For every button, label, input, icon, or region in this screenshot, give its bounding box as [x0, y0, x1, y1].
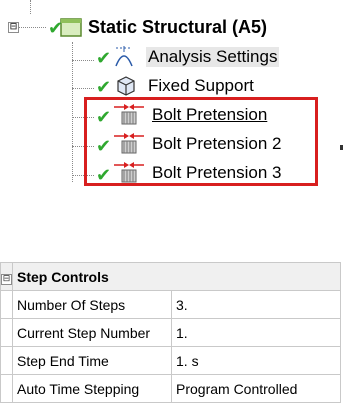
property-name: Auto Time Stepping: [12, 374, 172, 403]
check-icon: ✔: [96, 77, 112, 98]
table-row[interactable]: Step End Time 1. s: [0, 346, 341, 375]
details-panel: ⊟ Step Controls Number Of Steps 3. Curre…: [0, 262, 347, 403]
tree-connector: [72, 60, 94, 61]
outline-tree: ⊟ ✔ Static Structural (A5) ✔ Analysis Se…: [0, 0, 347, 192]
group-expander-cell[interactable]: ⊟: [0, 262, 13, 291]
property-value[interactable]: Program Controlled: [171, 374, 341, 403]
row-gutter: [0, 374, 13, 403]
property-value[interactable]: 1.: [171, 318, 341, 347]
analysis-settings-icon: ✔: [94, 44, 146, 70]
group-header-step-controls[interactable]: ⊟ Step Controls: [0, 262, 341, 291]
property-value[interactable]: 1. s: [171, 346, 341, 375]
cursor-mark: [340, 145, 343, 150]
details-table: ⊟ Step Controls Number Of Steps 3. Curre…: [0, 262, 341, 403]
tree-connector: [30, 0, 31, 14]
tree-node-fixed-support[interactable]: ✔ Fixed Support: [94, 73, 256, 99]
collapse-toggle[interactable]: ⊟: [1, 274, 12, 285]
property-name: Step End Time: [12, 346, 172, 375]
tree-node-label: Fixed Support: [148, 76, 254, 95]
collapse-toggle[interactable]: ⊟: [8, 22, 19, 33]
table-row[interactable]: Number Of Steps 3.: [0, 290, 341, 319]
table-row[interactable]: Auto Time Stepping Program Controlled: [0, 374, 341, 403]
tree-node-static-structural[interactable]: ✔ Static Structural (A5): [42, 14, 269, 40]
property-value[interactable]: 3.: [171, 290, 341, 319]
row-gutter: [0, 346, 13, 375]
property-name: Current Step Number: [12, 318, 172, 347]
tree-connector: [72, 42, 73, 182]
tree-node-label: Static Structural (A5): [88, 16, 268, 37]
row-gutter: [0, 290, 13, 319]
fixed-support-icon: ✔: [94, 73, 146, 99]
row-gutter: [0, 318, 13, 347]
group-title: Step Controls: [12, 262, 341, 291]
check-icon: ✔: [96, 48, 112, 69]
property-name: Number Of Steps: [12, 290, 172, 319]
table-row[interactable]: Current Step Number 1.: [0, 318, 341, 347]
tree-connector: [72, 88, 94, 89]
highlight-box: [84, 97, 318, 186]
tree-node-label: Analysis Settings: [146, 47, 280, 67]
check-icon: ✔: [48, 18, 64, 39]
tree-node-analysis-settings[interactable]: ✔ Analysis Settings: [94, 44, 280, 70]
static-structural-icon: ✔: [42, 14, 86, 40]
